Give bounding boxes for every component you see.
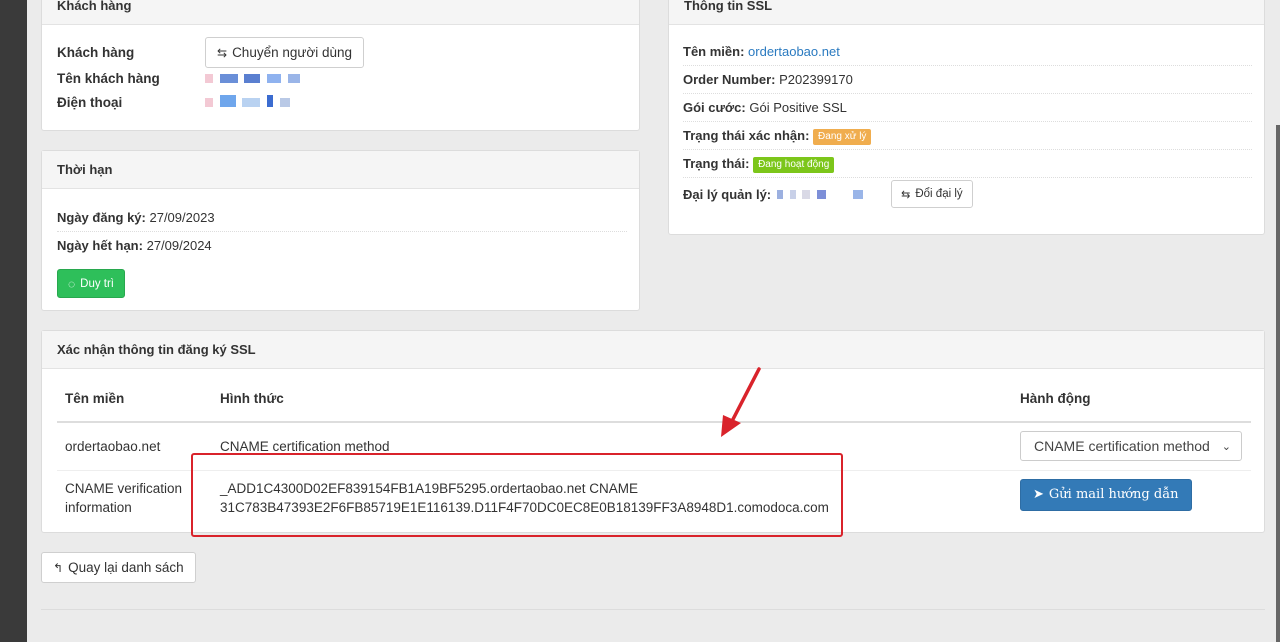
left-sidebar-rail [0, 0, 27, 642]
status-row: Trạng thái: Đang hoạt động [683, 150, 1252, 178]
agent-label: Đại lý quản lý: [683, 186, 772, 202]
scrollbar[interactable] [1276, 125, 1280, 642]
annotation-highlight-box [191, 453, 843, 537]
send-guide-mail-button[interactable]: ➤ Gửi mail hướng dẫn [1020, 478, 1192, 511]
renew-label: Duy trì [80, 277, 115, 290]
term-panel-heading: Thời hạn [42, 151, 639, 189]
registered-date-row: Ngày đăng ký: 27/09/2023 [57, 204, 627, 232]
customer-panel: Khách hàng Khách hàng ⇆ Chuyển người dùn… [41, 0, 640, 131]
expiry-date-label: Ngày hết hạn: [57, 238, 143, 253]
verify-status-row: Trạng thái xác nhận: Đang xử lý [683, 122, 1252, 150]
order-number-label: Order Number: [683, 72, 776, 87]
customer-name-label: Tên khách hàng [57, 70, 160, 86]
reply-arrow-icon: ↰ [53, 560, 64, 575]
plan-label: Gói cước: [683, 100, 746, 115]
registered-date-value: 27/09/2023 [149, 210, 215, 225]
ssl-info-heading: Thông tin SSL [669, 0, 1264, 25]
change-agent-label: Đổi đại lý [915, 188, 963, 200]
swap-icon: ⇆ [901, 188, 911, 201]
customer-name-redacted [205, 71, 303, 86]
term-panel: Thời hạn Ngày đăng ký: 27/09/2023 Ngày h… [41, 150, 640, 311]
row-domain: ordertaobao.net [57, 422, 212, 471]
ssl-domain-link[interactable]: ordertaobao.net [748, 44, 840, 59]
order-number-value: P202399170 [779, 72, 853, 87]
agent-row: Đại lý quản lý: ⇆ Đổi đại lý [683, 178, 1252, 210]
paper-plane-icon: ➤ [1033, 487, 1044, 502]
col-domain-header: Tên miền [57, 376, 212, 423]
send-guide-mail-label: Gửi mail hướng dẫn [1048, 487, 1179, 502]
status-badge: Đang hoạt động [753, 156, 835, 173]
switch-user-label: Chuyển người dùng [232, 45, 353, 60]
ssl-domain-row: Tên miền: ordertaobao.net [683, 38, 1252, 66]
plan-row: Gói cước: Gói Positive SSL [683, 94, 1252, 122]
footer-divider [41, 609, 1265, 610]
switch-user-button[interactable]: ⇆ Chuyển người dùng [205, 37, 365, 68]
change-agent-button[interactable]: ⇆ Đổi đại lý [891, 180, 973, 208]
customer-label: Khách hàng [57, 45, 135, 60]
verify-status-label: Trạng thái xác nhận: [683, 128, 810, 143]
phone-redacted [205, 94, 293, 110]
renew-button[interactable]: ◌ Duy trì [57, 269, 126, 298]
annotation-arrow [721, 367, 761, 437]
expiry-date-row: Ngày hết hạn: 27/09/2024 [57, 232, 627, 260]
cname-info-label-line1: CNAME verification [65, 481, 183, 497]
ssl-verify-heading: Xác nhận thông tin đăng ký SSL [42, 331, 1264, 369]
ssl-info-panel: Thông tin SSL Tên miền: ordertaobao.net … [668, 0, 1265, 235]
col-action-header: Hành động [1012, 376, 1251, 423]
plan-value: Gói Positive SSL [749, 100, 847, 115]
swap-icon: ⇆ [217, 45, 228, 60]
back-to-list-label: Quay lại danh sách [68, 560, 184, 575]
refresh-icon: ◌ [68, 276, 76, 291]
registered-date-label: Ngày đăng ký: [57, 210, 146, 225]
col-method-header: Hình thức [212, 376, 1012, 423]
back-to-list-button[interactable]: ↰ Quay lại danh sách [41, 552, 196, 583]
method-select[interactable]: CNAME certification method ⌄ [1020, 431, 1242, 462]
phone-label: Điện thoại [57, 94, 123, 110]
chevron-down-icon: ⌄ [1221, 440, 1231, 453]
expiry-date-value: 27/09/2024 [146, 238, 212, 253]
order-number-row: Order Number: P202399170 [683, 66, 1252, 94]
cname-info-label-line2: information [65, 500, 132, 516]
method-select-value: CNAME certification method [1034, 438, 1210, 455]
verify-status-badge: Đang xử lý [813, 128, 872, 145]
ssl-domain-label: Tên miền: [683, 44, 745, 59]
status-label: Trạng thái: [683, 156, 750, 171]
agent-redacted [777, 187, 891, 202]
customer-panel-heading: Khách hàng [42, 0, 639, 25]
